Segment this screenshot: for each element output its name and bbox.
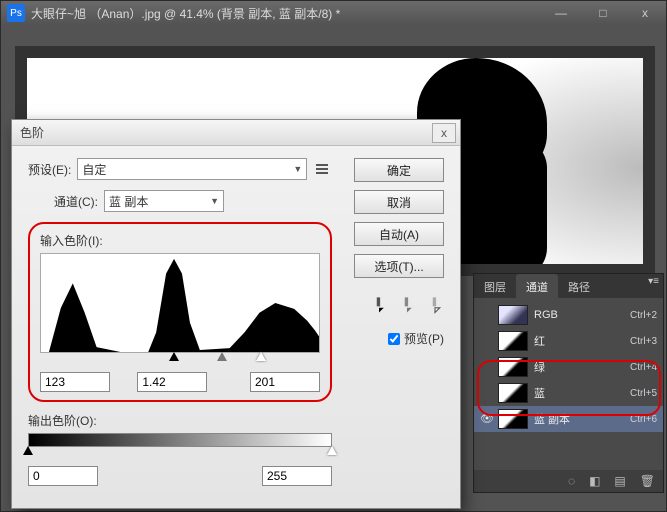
channel-shortcut: Ctrl+2	[630, 310, 657, 321]
midtone-slider[interactable]	[217, 352, 227, 361]
preview-label: 预览(P)	[404, 330, 444, 347]
white-eyedropper-icon[interactable]	[422, 290, 447, 315]
chevron-down-icon: ▼	[293, 164, 302, 174]
tab-paths[interactable]: 路径	[558, 274, 600, 298]
output-sliders[interactable]	[28, 446, 332, 460]
output-black-field[interactable]	[28, 466, 98, 486]
maximize-button[interactable]: □	[582, 2, 624, 24]
channel-select[interactable]: 蓝 副本 ▼	[104, 190, 224, 212]
app-titlebar[interactable]: Ps 大眼仔~旭 （Anan）.jpg @ 41.4% (背景 副本, 蓝 副本…	[1, 1, 666, 25]
channel-shortcut: Ctrl+3	[630, 336, 657, 347]
options-button[interactable]: 选项(T)...	[354, 254, 444, 278]
save-selection-icon[interactable]: ◧	[589, 474, 600, 488]
tab-channels[interactable]: 通道	[516, 274, 558, 298]
visibility-eye-icon[interactable]	[480, 386, 494, 400]
channel-thumbnail	[498, 383, 528, 403]
channel-name: 绿	[534, 359, 630, 375]
channel-name: 红	[534, 333, 630, 349]
output-levels-label: 输出色阶(O):	[28, 412, 332, 429]
preset-label: 预设(E):	[28, 161, 71, 178]
app-window: Ps 大眼仔~旭 （Anan）.jpg @ 41.4% (背景 副本, 蓝 副本…	[0, 0, 667, 512]
ok-button[interactable]: 确定	[354, 158, 444, 182]
output-black-slider[interactable]	[23, 446, 33, 455]
auto-button[interactable]: 自动(A)	[354, 222, 444, 246]
channels-footer: ◌ ◧ ▤ 🗑	[474, 470, 663, 492]
input-black-field[interactable]	[40, 372, 110, 392]
channel-row[interactable]: 绿Ctrl+4	[474, 354, 663, 380]
channel-row[interactable]: 👁 蓝 副本Ctrl+6	[474, 406, 663, 432]
channel-name: RGB	[534, 309, 630, 321]
visibility-eye-icon[interactable]	[480, 334, 494, 348]
levels-titlebar[interactable]: 色阶 x	[12, 120, 460, 146]
histogram[interactable]	[40, 253, 320, 353]
new-channel-icon[interactable]: ▤	[614, 474, 625, 488]
gray-eyedropper-icon[interactable]	[394, 290, 419, 315]
channel-shortcut: Ctrl+4	[630, 362, 657, 373]
levels-title: 色阶	[16, 124, 432, 141]
delete-channel-icon[interactable]: 🗑	[640, 474, 655, 488]
preset-menu-icon[interactable]	[313, 160, 331, 178]
minimize-button[interactable]: —	[540, 2, 582, 24]
channel-thumbnail	[498, 305, 528, 325]
channel-row[interactable]: 蓝Ctrl+5	[474, 380, 663, 406]
channels-panel: 图层 通道 路径 ▾≡ RGBCtrl+2红Ctrl+3绿Ctrl+4蓝Ctrl…	[473, 273, 664, 493]
channel-shortcut: Ctrl+6	[630, 414, 657, 425]
output-white-slider[interactable]	[327, 446, 337, 455]
channel-value: 蓝 副本	[109, 193, 148, 210]
close-button[interactable]: x	[624, 2, 666, 24]
channel-thumbnail	[498, 409, 528, 429]
output-levels-block: 输出色阶(O):	[28, 412, 332, 486]
input-sliders[interactable]	[40, 352, 320, 366]
black-point-slider[interactable]	[169, 352, 179, 361]
preview-checkbox[interactable]	[388, 333, 400, 345]
preset-select[interactable]: 自定 ▼	[77, 158, 307, 180]
white-point-slider[interactable]	[256, 352, 266, 361]
channel-shortcut: Ctrl+5	[630, 388, 657, 399]
levels-dialog: 色阶 x 预设(E): 自定 ▼ 通道(C): 蓝 副本 ▼	[11, 119, 461, 509]
panel-menu-icon[interactable]: ▾≡	[648, 276, 659, 287]
channel-label: 通道(C):	[54, 193, 98, 210]
channel-thumbnail	[498, 357, 528, 377]
chevron-down-icon: ▼	[210, 196, 219, 206]
visibility-eye-icon[interactable]	[480, 308, 494, 322]
document-title: 大眼仔~旭 （Anan）.jpg @ 41.4% (背景 副本, 蓝 副本/8)…	[31, 5, 540, 22]
input-levels-label: 输入色阶(I):	[40, 232, 320, 249]
input-white-field[interactable]	[250, 372, 320, 392]
input-gamma-field[interactable]	[137, 372, 207, 392]
tab-layers[interactable]: 图层	[474, 274, 516, 298]
load-selection-icon[interactable]: ◌	[568, 474, 575, 488]
cancel-button[interactable]: 取消	[354, 190, 444, 214]
channel-thumbnail	[498, 331, 528, 351]
output-white-field[interactable]	[262, 466, 332, 486]
panel-tabs: 图层 通道 路径 ▾≡	[474, 274, 663, 298]
black-eyedropper-icon[interactable]	[366, 290, 391, 315]
visibility-eye-icon[interactable]: 👁	[480, 412, 494, 426]
channel-row[interactable]: 红Ctrl+3	[474, 328, 663, 354]
photoshop-app-icon: Ps	[7, 4, 25, 22]
visibility-eye-icon[interactable]	[480, 360, 494, 374]
preset-value: 自定	[82, 161, 106, 178]
channel-name: 蓝	[534, 385, 630, 401]
channel-name: 蓝 副本	[534, 411, 630, 427]
levels-close-button[interactable]: x	[432, 123, 456, 143]
output-gradient[interactable]	[28, 433, 332, 447]
channel-row[interactable]: RGBCtrl+2	[474, 302, 663, 328]
input-levels-frame: 输入色阶(I):	[28, 222, 332, 402]
channel-list: RGBCtrl+2红Ctrl+3绿Ctrl+4蓝Ctrl+5👁蓝 副本Ctrl+…	[474, 298, 663, 436]
